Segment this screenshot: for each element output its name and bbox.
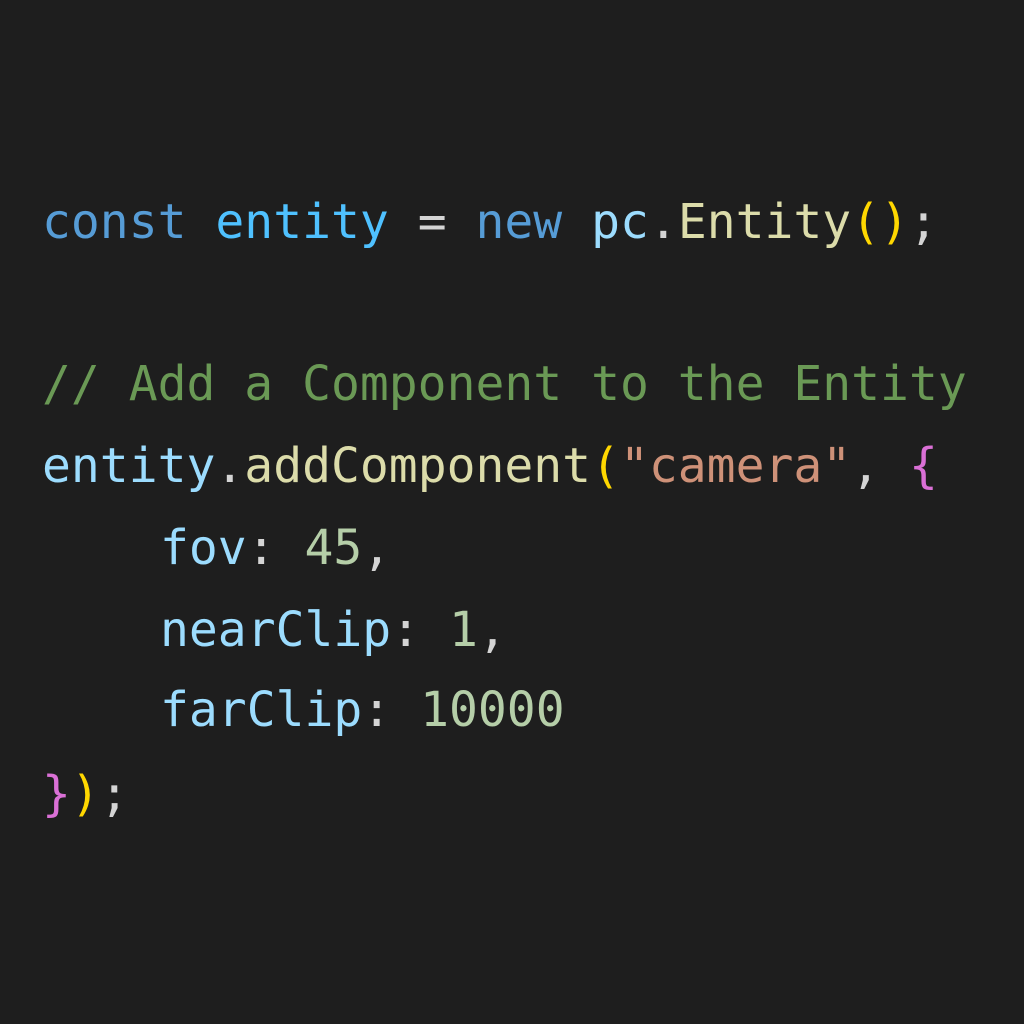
comma: , (851, 438, 909, 494)
semicolon: ; (99, 766, 129, 822)
code-editor[interactable]: const entity = new pc.Entity(); // Add a… (0, 0, 1024, 1024)
brace-open: { (908, 438, 938, 494)
namespace-pc: pc (591, 194, 649, 250)
paren-open: ( (591, 438, 620, 494)
code-line-near-clip: nearClip: 1, (42, 600, 507, 660)
paren-open: ( (851, 194, 881, 250)
comma: , (477, 602, 507, 658)
member-access-dot: . (215, 438, 245, 494)
code-line-1: const entity = new pc.Entity(); (42, 192, 938, 252)
code-line-far-clip: farClip: 10000 (42, 680, 565, 740)
colon: : (362, 682, 421, 738)
string-camera: "camera" (619, 438, 852, 494)
comment-text: // Add a Component to the Entity (42, 356, 967, 412)
method-add-component: addComponent (244, 438, 592, 494)
code-line-comment: // Add a Component to the Entity (42, 354, 967, 414)
code-line-add-component: entity.addComponent("camera", { (42, 436, 938, 496)
member-access-dot: . (648, 194, 678, 250)
brace-close: } (42, 766, 71, 822)
colon: : (391, 602, 449, 658)
class-name-entity: Entity (677, 194, 852, 250)
comma: , (362, 520, 392, 576)
code-line-close: }); (42, 764, 129, 824)
colon: : (246, 520, 305, 576)
property-far-clip: farClip (160, 682, 363, 738)
variable-entity: entity (215, 194, 389, 250)
code-line-fov: fov: 45, (42, 518, 391, 578)
number-value: 10000 (420, 682, 565, 738)
property-fov: fov (160, 520, 247, 576)
number-value: 1 (448, 602, 478, 658)
paren-close: ) (70, 766, 100, 822)
object-entity: entity (42, 438, 216, 494)
assignment-operator: = (388, 194, 476, 250)
number-value: 45 (304, 520, 363, 576)
property-near-clip: nearClip (160, 602, 392, 658)
paren-close: ) (880, 194, 910, 250)
keyword-new: new (475, 194, 563, 250)
semicolon: ; (909, 194, 938, 250)
keyword-const: const (42, 194, 187, 250)
